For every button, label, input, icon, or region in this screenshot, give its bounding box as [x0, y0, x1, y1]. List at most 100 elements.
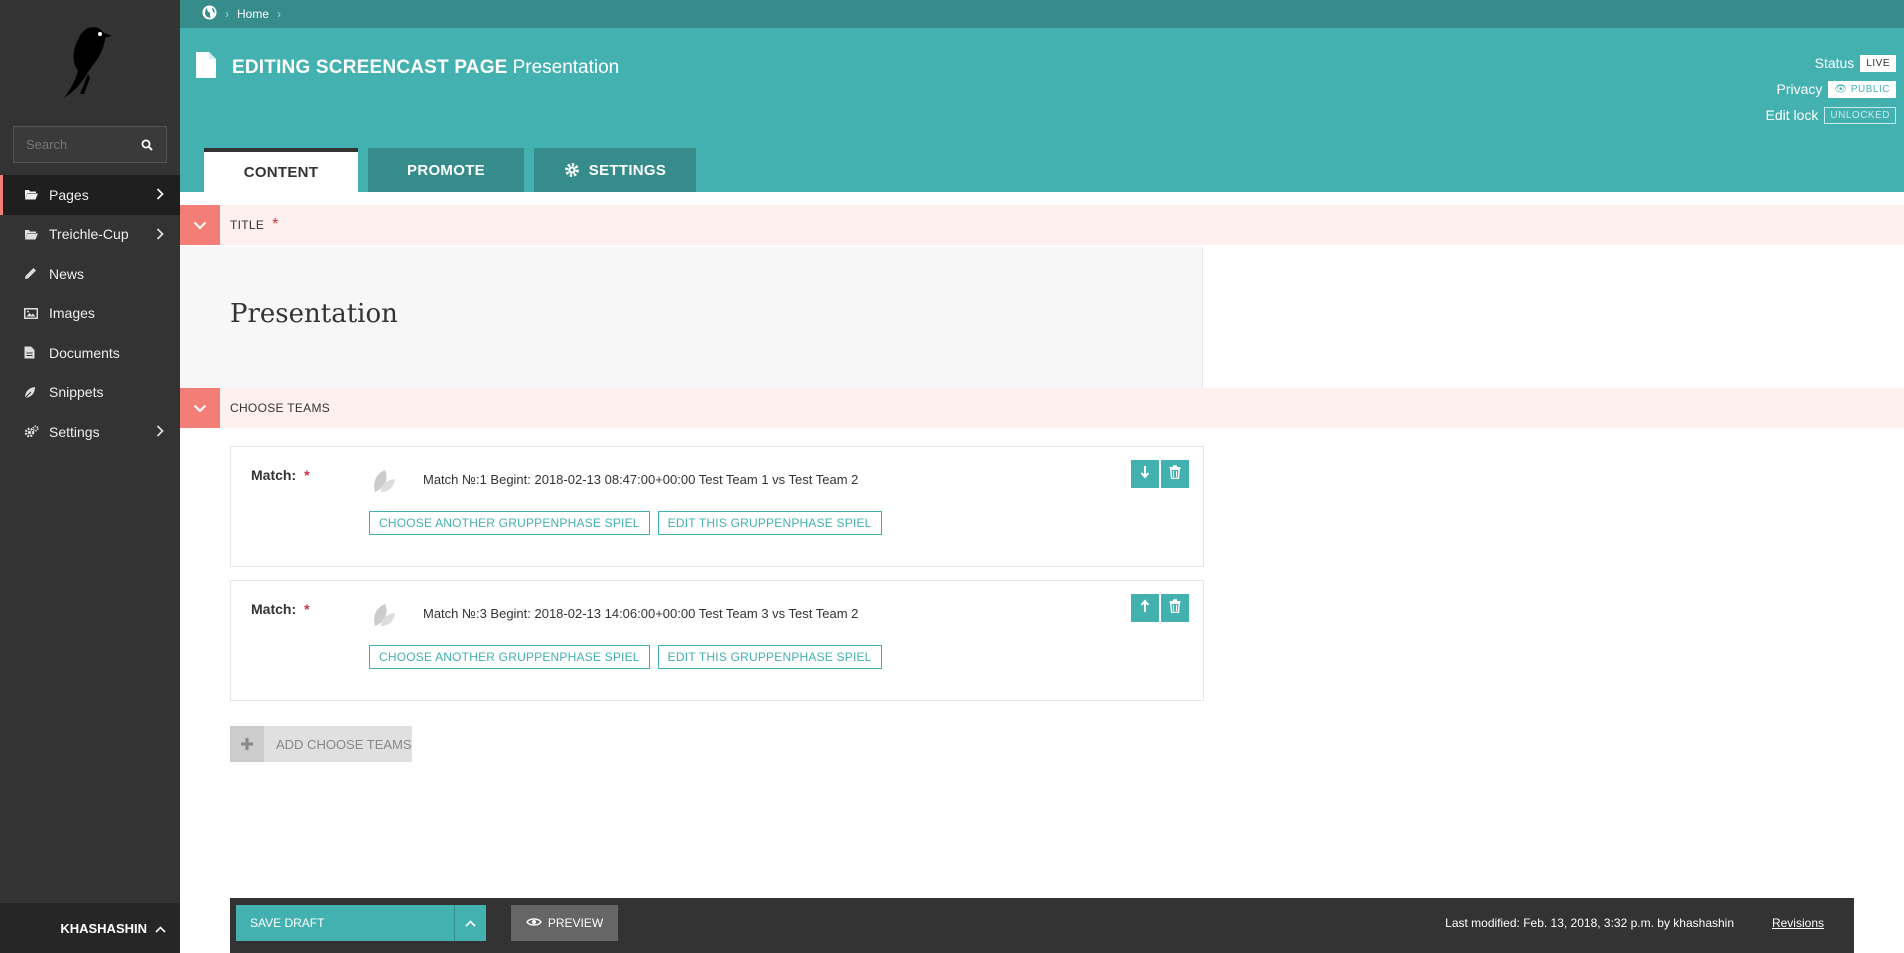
arrow-down-icon — [1140, 465, 1150, 484]
chevron-right-icon: › — [277, 7, 282, 21]
sidebar-item-treichle-cup[interactable]: Treichle-Cup — [0, 215, 180, 255]
match-label: Match: * — [251, 467, 310, 483]
privacy-label: Privacy — [1776, 81, 1823, 97]
search-icon[interactable] — [128, 127, 166, 162]
sidebar-item-news[interactable]: News — [0, 254, 180, 294]
tab-settings-label: SETTINGS — [588, 161, 667, 179]
sidebar-nav: Pages Treichle-Cup News Images Documents… — [0, 175, 180, 452]
chevron-up-icon — [155, 921, 166, 936]
sidebar-item-pages[interactable]: Pages — [0, 175, 180, 215]
snippet-icon — [369, 601, 397, 634]
status-label: Status — [1814, 55, 1855, 71]
edit-lock-button[interactable]: UNLOCKED — [1824, 106, 1896, 124]
document-icon — [24, 346, 42, 359]
username: KHASHASHIN — [60, 920, 147, 936]
globe-icon[interactable] — [202, 5, 217, 23]
revisions-link[interactable]: Revisions — [1772, 916, 1824, 930]
plus-icon — [230, 726, 264, 762]
last-modified-text: Last modified: Feb. 13, 2018, 3:32 p.m. … — [1445, 916, 1734, 930]
page-header: › Home › EDITING SCREENCAST PAGE Present… — [180, 0, 1904, 192]
choose-another-button[interactable]: CHOOSE ANOTHER GRUPPENPHASE SPIEL — [369, 511, 650, 535]
cogs-icon — [24, 425, 42, 438]
account-menu-toggle[interactable]: KHASHASHIN — [0, 903, 180, 953]
sidebar-item-images[interactable]: Images — [0, 294, 180, 334]
sidebar-item-label: Treichle-Cup — [49, 226, 129, 243]
chevron-up-icon — [465, 916, 476, 930]
edit-lock-label: Edit lock — [1765, 107, 1819, 123]
title-input[interactable]: Presentation — [230, 299, 398, 329]
tab-promote[interactable]: PROMOTE — [368, 148, 524, 192]
preview-button[interactable]: PREVIEW — [511, 905, 618, 941]
status-badge[interactable]: LIVE — [1860, 54, 1896, 72]
preview-label: PREVIEW — [547, 916, 604, 930]
choose-teams-label: CHOOSE TEAMS — [230, 401, 331, 415]
title-section-label: TITLE — [230, 218, 265, 232]
match-text: Match №:1 Begint: 2018-02-13 08:47:00+00… — [423, 472, 859, 487]
breadcrumb: › Home › — [180, 0, 1904, 28]
search-box — [13, 126, 167, 163]
delete-button[interactable] — [1161, 594, 1189, 622]
image-icon — [24, 307, 42, 319]
choose-teams-header: CHOOSE TEAMS — [180, 388, 1904, 428]
sidebar-item-label: Snippets — [49, 384, 104, 401]
more-actions-toggle[interactable] — [454, 905, 486, 941]
required-marker: * — [272, 216, 279, 233]
delete-button[interactable] — [1161, 460, 1189, 488]
trash-icon — [1169, 464, 1181, 484]
sidebar-item-snippets[interactable]: Snippets — [0, 373, 180, 413]
edit-match-button[interactable]: EDIT THIS GRUPPENPHASE SPIEL — [657, 511, 882, 535]
save-draft-button[interactable]: SAVE DRAFT — [236, 905, 486, 941]
page-title-name: Presentation — [512, 56, 620, 78]
snippet-icon — [369, 467, 397, 500]
breadcrumb-home[interactable]: Home — [237, 7, 269, 21]
sidebar-item-label: News — [49, 265, 85, 282]
search-input[interactable] — [14, 137, 128, 152]
collapse-toggle[interactable] — [180, 205, 220, 245]
move-down-button[interactable] — [1131, 460, 1159, 488]
required-marker: * — [304, 601, 310, 617]
sidebar: Pages Treichle-Cup News Images Documents… — [0, 0, 180, 953]
sidebar-item-settings[interactable]: Settings — [0, 412, 180, 452]
add-choose-teams-button[interactable]: ADD CHOOSE TEAMS — [230, 726, 412, 762]
chevron-right-icon — [156, 227, 164, 243]
chevron-right-icon — [156, 424, 164, 440]
match-block: Match: * Match №:3 Begint: 2018-02-13 14:… — [230, 580, 1204, 701]
tab-content[interactable]: CONTENT — [204, 148, 358, 192]
sidebar-item-label: Pages — [49, 186, 89, 203]
arrow-up-icon — [1140, 598, 1150, 618]
sidebar-item-label: Images — [49, 305, 95, 322]
page-meta: Status LIVE Privacy 👁 PUBLIC Edit lock U… — [1765, 50, 1896, 128]
eye-icon: 👁 — [1834, 83, 1848, 95]
title-field[interactable]: Presentation — [180, 247, 1203, 389]
page-title: EDITING SCREENCAST PAGE Presentation — [196, 52, 619, 83]
sidebar-item-label: Settings — [49, 423, 100, 440]
snippet-icon — [24, 386, 42, 399]
wagtail-logo[interactable] — [58, 20, 118, 100]
add-label: ADD CHOOSE TEAMS — [276, 736, 412, 752]
editor-content: TITLE * Presentation CHOOSE TEAMS Match:… — [180, 192, 1904, 953]
tab-settings[interactable]: SETTINGS — [534, 148, 696, 192]
sidebar-item-documents[interactable]: Documents — [0, 333, 180, 373]
folder-open-icon — [24, 229, 42, 240]
collapse-toggle[interactable] — [180, 388, 220, 428]
match-text: Match №:3 Begint: 2018-02-13 14:06:00+00… — [423, 606, 859, 621]
pencil-icon — [24, 267, 42, 280]
folder-open-icon — [24, 189, 42, 200]
chevron-right-icon: › — [225, 7, 229, 21]
required-marker: * — [304, 467, 310, 483]
choose-another-button[interactable]: CHOOSE ANOTHER GRUPPENPHASE SPIEL — [369, 645, 650, 669]
title-section-header: TITLE * — [180, 205, 1904, 245]
move-up-button[interactable] — [1131, 594, 1159, 622]
privacy-value: PUBLIC — [1850, 83, 1890, 95]
eye-icon — [526, 916, 542, 930]
footer-action-bar: SAVE DRAFT PREVIEW Last modified: Feb. 1… — [230, 898, 1854, 953]
edit-match-button[interactable]: EDIT THIS GRUPPENPHASE SPIEL — [657, 645, 882, 669]
privacy-button[interactable]: 👁 PUBLIC — [1828, 80, 1896, 98]
tab-bar: CONTENT PROMOTE SETTINGS — [204, 148, 706, 192]
match-label: Match: * — [251, 601, 310, 617]
page-title-action: EDITING SCREENCAST PAGE — [232, 56, 508, 78]
chevron-right-icon — [156, 187, 164, 203]
page-icon — [196, 52, 216, 83]
sidebar-item-label: Documents — [49, 344, 120, 361]
save-draft-label: SAVE DRAFT — [250, 916, 325, 930]
